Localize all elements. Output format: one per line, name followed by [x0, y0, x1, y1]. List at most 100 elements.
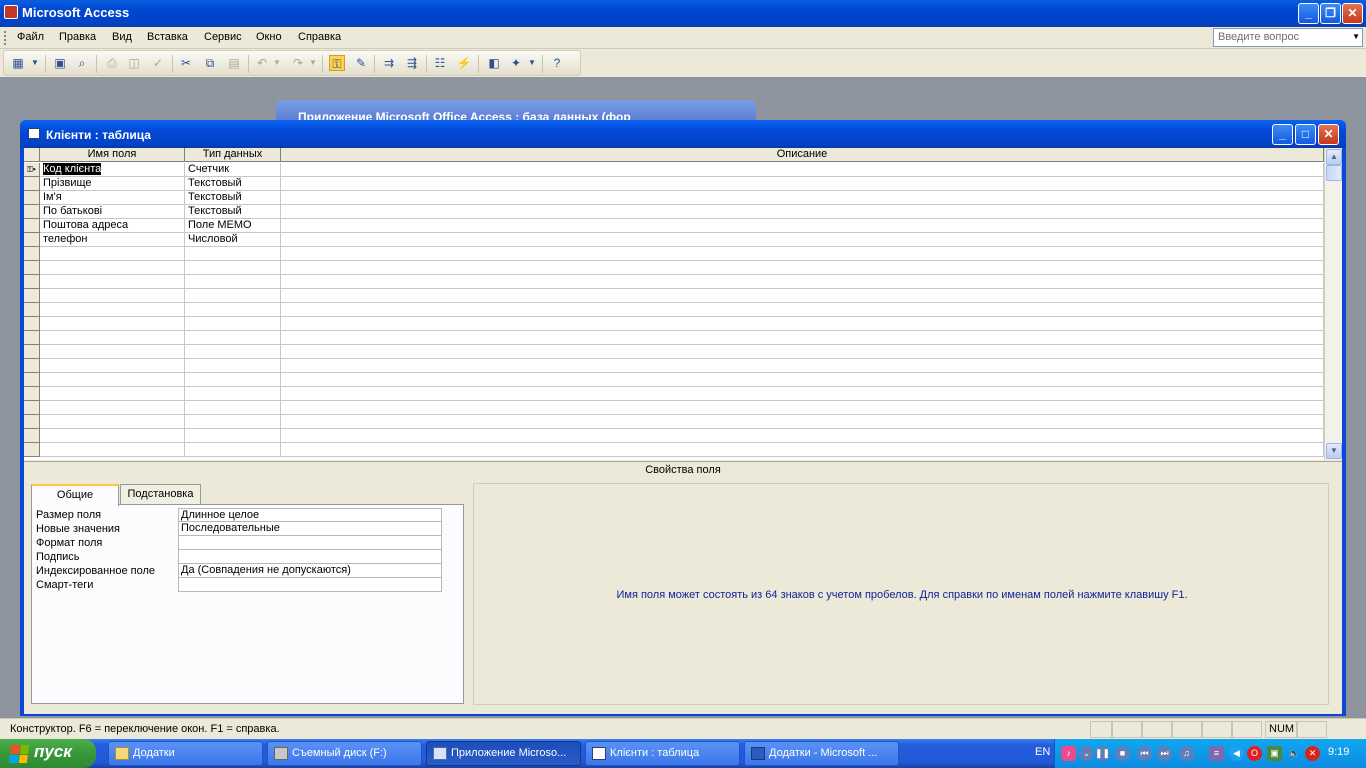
- grid-vertical-scrollbar[interactable]: ▲ ▼: [1324, 148, 1342, 460]
- data-type-cell[interactable]: [185, 331, 281, 345]
- restore-button[interactable]: ❐: [1320, 3, 1341, 24]
- equalizer-icon[interactable]: ≡: [1209, 746, 1224, 761]
- tab-lookup[interactable]: Подстановка: [120, 484, 201, 505]
- database-window[interactable]: Приложение Microsoft Office Access : баз…: [276, 100, 756, 124]
- row-selector[interactable]: [24, 289, 40, 303]
- data-type-cell[interactable]: [185, 373, 281, 387]
- row-selector[interactable]: [24, 205, 40, 219]
- data-type-cell[interactable]: [185, 247, 281, 261]
- field-name-cell[interactable]: [40, 261, 185, 275]
- field-name-cell[interactable]: [40, 345, 185, 359]
- field-name-cell[interactable]: [40, 429, 185, 443]
- description-cell[interactable]: [281, 289, 1324, 303]
- data-type-cell[interactable]: [185, 401, 281, 415]
- undo-icon[interactable]: ↶: [254, 55, 270, 71]
- table-row[interactable]: [24, 415, 1324, 429]
- undo-dropdown-icon[interactable]: ▼: [272, 55, 282, 71]
- description-cell[interactable]: [281, 219, 1324, 233]
- row-selector[interactable]: [24, 317, 40, 331]
- description-cell[interactable]: [281, 191, 1324, 205]
- redo-dropdown-icon[interactable]: ▼: [308, 55, 318, 71]
- row-selector[interactable]: [24, 359, 40, 373]
- property-value-field[interactable]: Длинное целое: [178, 508, 442, 522]
- next-icon[interactable]: ⏭: [1157, 746, 1172, 761]
- media-player-icon[interactable]: ♪: [1061, 746, 1076, 761]
- start-button[interactable]: пуск: [0, 739, 96, 768]
- description-cell[interactable]: [281, 233, 1324, 247]
- data-type-cell[interactable]: Текстовый: [185, 205, 281, 219]
- table-row[interactable]: [24, 303, 1324, 317]
- table-row[interactable]: [24, 317, 1324, 331]
- data-type-cell[interactable]: Поле MEMO: [185, 219, 281, 233]
- row-selector[interactable]: [24, 373, 40, 387]
- data-type-cell[interactable]: [185, 303, 281, 317]
- copy-icon[interactable]: ⧉: [202, 55, 218, 71]
- field-name-cell[interactable]: [40, 401, 185, 415]
- field-name-cell[interactable]: [40, 373, 185, 387]
- help-question-input[interactable]: Введите вопрос ▼: [1213, 28, 1363, 47]
- row-selector[interactable]: [24, 177, 40, 191]
- property-value-field[interactable]: [178, 578, 442, 592]
- previous-icon[interactable]: ⏮: [1137, 746, 1152, 761]
- data-type-cell[interactable]: [185, 275, 281, 289]
- task-button-access-app[interactable]: Приложение Microso...: [426, 741, 581, 766]
- view-design-icon[interactable]: ▦: [10, 55, 26, 71]
- field-name-cell[interactable]: [40, 359, 185, 373]
- primary-key-selector-icon[interactable]: ⚿▸: [24, 163, 40, 177]
- table-row[interactable]: [24, 331, 1324, 345]
- row-selector[interactable]: [24, 219, 40, 233]
- row-selector[interactable]: [24, 331, 40, 345]
- row-selector[interactable]: [24, 429, 40, 443]
- row-selector[interactable]: [24, 233, 40, 247]
- pause-icon[interactable]: ❚❚: [1095, 746, 1110, 761]
- volume-icon[interactable]: ♫: [1179, 746, 1194, 761]
- data-type-cell[interactable]: [185, 261, 281, 275]
- task-button-clients-table[interactable]: Клієнти : таблица: [585, 741, 740, 766]
- new-object-icon[interactable]: ✦: [508, 55, 524, 71]
- field-name-cell[interactable]: телефон: [40, 233, 185, 247]
- description-cell[interactable]: [281, 317, 1324, 331]
- data-type-cell[interactable]: [185, 387, 281, 401]
- stop-icon[interactable]: ■: [1115, 746, 1130, 761]
- row-selector[interactable]: [24, 443, 40, 457]
- paste-icon[interactable]: ▤: [226, 55, 242, 71]
- field-name-cell[interactable]: [40, 317, 185, 331]
- view-dropdown-icon[interactable]: ▼: [30, 55, 40, 71]
- cut-icon[interactable]: ✂: [178, 55, 194, 71]
- print-icon[interactable]: ⎙: [104, 55, 120, 71]
- row-selector[interactable]: [24, 191, 40, 205]
- property-value-field[interactable]: Да (Совпадения не допускаются): [178, 564, 442, 578]
- table-row[interactable]: Ім'я Текстовый: [24, 191, 1324, 205]
- data-type-cell[interactable]: [185, 443, 281, 457]
- help-icon[interactable]: ?: [549, 55, 565, 71]
- data-type-cell[interactable]: [185, 289, 281, 303]
- new-object-dropdown-icon[interactable]: ▼: [527, 55, 537, 71]
- field-name-cell[interactable]: [40, 415, 185, 429]
- network-icon[interactable]: ▣: [1267, 746, 1282, 761]
- back-arrow-icon[interactable]: ◀: [1229, 746, 1244, 761]
- table-row[interactable]: [24, 345, 1324, 359]
- description-cell[interactable]: [281, 345, 1324, 359]
- table-minimize-button[interactable]: _: [1272, 124, 1293, 145]
- help-dropdown-icon[interactable]: ▼: [1352, 32, 1360, 41]
- tab-general[interactable]: Общие: [31, 484, 119, 506]
- header-description[interactable]: Описание: [281, 148, 1324, 162]
- data-type-cell[interactable]: Числовой: [185, 233, 281, 247]
- property-value-field[interactable]: Последовательные: [178, 522, 442, 536]
- description-cell[interactable]: [281, 177, 1324, 191]
- field-name-cell[interactable]: Код клієнта: [40, 163, 185, 177]
- description-cell[interactable]: [281, 415, 1324, 429]
- data-type-cell[interactable]: Текстовый: [185, 191, 281, 205]
- chevron-down-icon[interactable]: ⌄: [1079, 746, 1094, 761]
- field-name-cell[interactable]: Поштова адреса: [40, 219, 185, 233]
- access-key-icon[interactable]: [4, 5, 18, 19]
- field-name-cell[interactable]: [40, 443, 185, 457]
- table-row[interactable]: [24, 373, 1324, 387]
- table-row[interactable]: По батькові Текстовый: [24, 205, 1324, 219]
- database-window-icon[interactable]: ◧: [486, 55, 502, 71]
- field-name-cell[interactable]: [40, 387, 185, 401]
- row-selector[interactable]: [24, 345, 40, 359]
- table-row[interactable]: [24, 261, 1324, 275]
- description-cell[interactable]: [281, 163, 1324, 177]
- table-close-button[interactable]: ✕: [1318, 124, 1339, 145]
